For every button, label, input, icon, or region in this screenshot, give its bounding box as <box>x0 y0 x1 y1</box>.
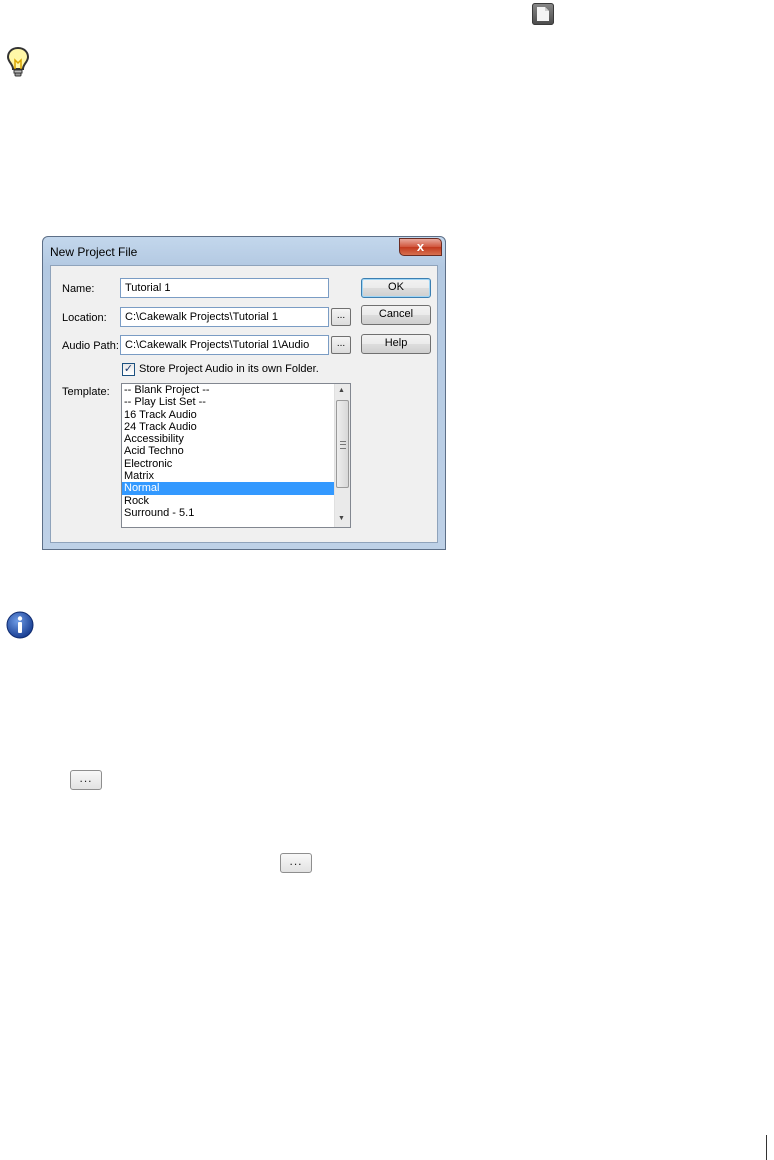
template-list-item[interactable]: Matrix <box>122 470 334 482</box>
name-input[interactable]: Tutorial 1 <box>120 278 329 298</box>
new-file-icon <box>532 3 554 25</box>
template-listbox[interactable]: -- Blank Project -- -- Play List Set -- 16… <box>121 383 351 528</box>
template-list-item[interactable]: 24 Track Audio <box>122 421 334 433</box>
help-button[interactable]: Help <box>361 334 431 354</box>
template-list-item[interactable]: Normal <box>122 482 334 495</box>
name-label: Name: <box>62 283 95 295</box>
audio-path-input[interactable]: C:\Cakewalk Projects\Tutorial 1\Audio <box>120 335 329 355</box>
scroll-up-icon[interactable]: ▲ <box>338 387 345 394</box>
template-list-item[interactable]: Accessibility <box>122 433 334 445</box>
page-edge-rule <box>766 1135 767 1160</box>
template-items: -- Blank Project -- -- Play List Set -- 16… <box>122 384 334 519</box>
template-list-item[interactable]: Acid Techno <box>122 445 334 457</box>
browse-button-example-1[interactable]: ... <box>70 770 102 790</box>
audio-path-label: Audio Path: <box>62 340 119 352</box>
template-list-item[interactable]: 16 Track Audio <box>122 409 334 421</box>
location-input[interactable]: C:\Cakewalk Projects\Tutorial 1 <box>120 307 329 327</box>
location-browse-button[interactable]: ... <box>331 308 351 326</box>
tip-lightbulb-icon <box>5 46 31 78</box>
dialog-title: New Project File <box>50 245 138 259</box>
browse-button-example-2[interactable]: ... <box>280 853 312 873</box>
store-audio-label[interactable]: Store Project Audio in its own Folder. <box>139 363 319 375</box>
info-icon <box>5 610 35 640</box>
template-list-item[interactable]: Surround - 5.1 <box>122 507 334 519</box>
scroll-down-icon[interactable]: ▼ <box>338 515 345 522</box>
checkmark-icon: ✓ <box>123 363 134 375</box>
store-audio-checkbox[interactable]: ✓ <box>122 363 135 376</box>
template-scrollbar[interactable]: ▲ ▼ <box>334 384 350 527</box>
scroll-thumb[interactable] <box>336 400 349 488</box>
dialog-client-area: Name: Tutorial 1 Location: C:\Cakewalk P… <box>50 265 438 543</box>
audio-path-browse-button[interactable]: ... <box>331 336 351 354</box>
template-list-item[interactable]: -- Play List Set -- <box>122 396 334 408</box>
close-icon: x <box>416 239 425 254</box>
location-label: Location: <box>62 312 107 324</box>
dialog-titlebar[interactable]: New Project File x <box>43 237 445 265</box>
template-list-item[interactable]: Electronic <box>122 458 334 470</box>
template-label: Template: <box>62 386 110 398</box>
template-list-item[interactable]: Rock <box>122 495 334 507</box>
template-list-item[interactable]: -- Blank Project -- <box>122 384 334 396</box>
close-button[interactable]: x <box>399 238 442 256</box>
cancel-button[interactable]: Cancel <box>361 305 431 325</box>
scroll-grip-icon <box>340 441 346 449</box>
ok-button[interactable]: OK <box>361 278 431 298</box>
new-project-file-dialog: New Project File x Name: Tutorial 1 Loca… <box>42 236 446 550</box>
